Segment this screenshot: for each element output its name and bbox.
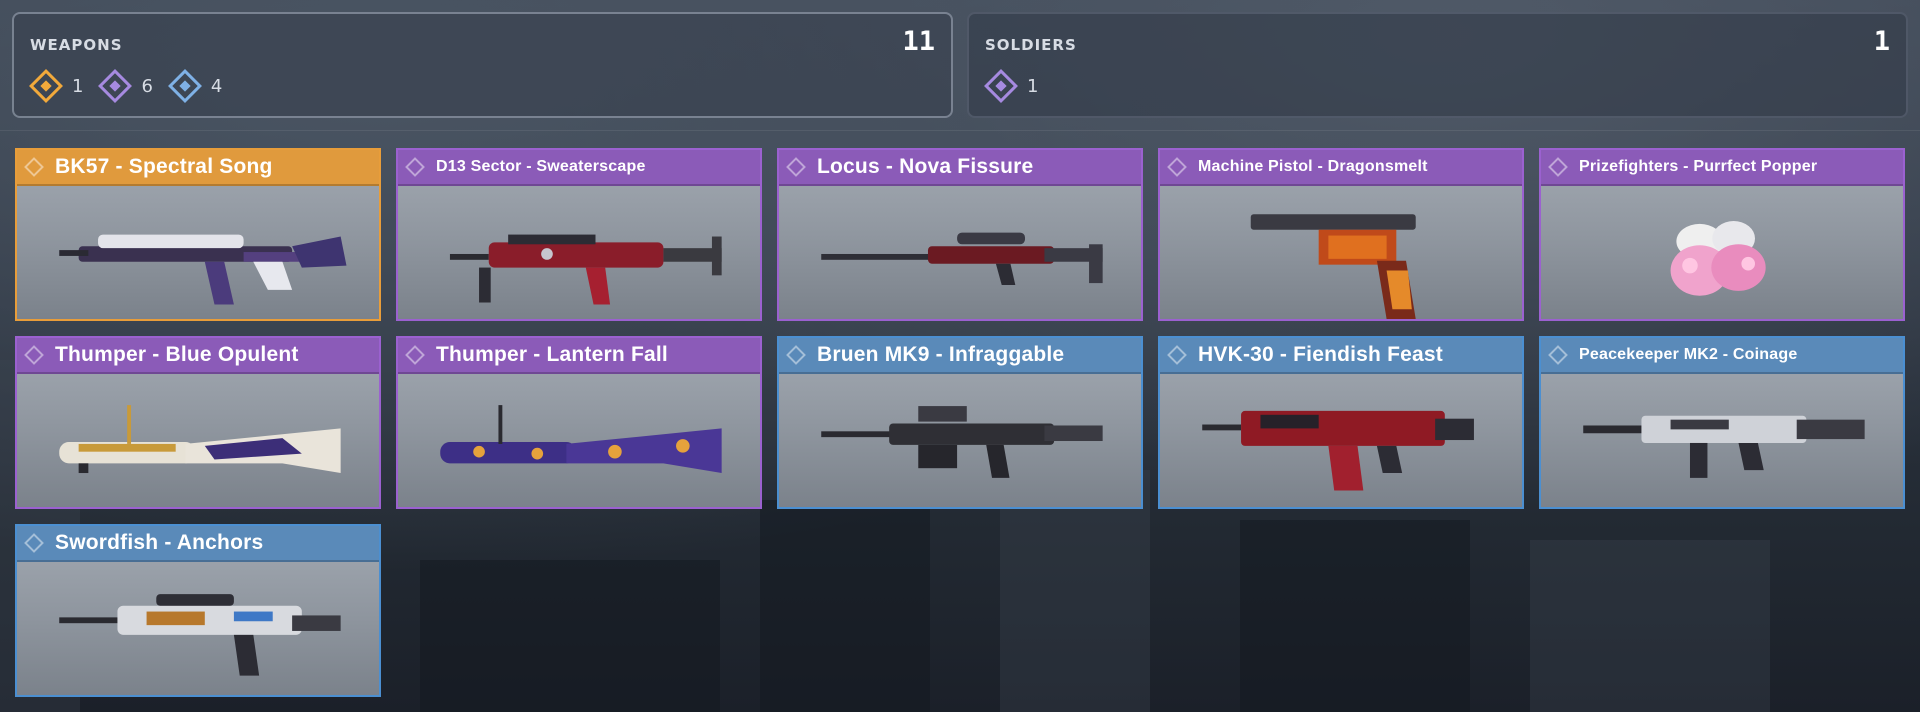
item-name: Bruen MK9 - Infraggable	[817, 343, 1065, 366]
rare-diamond-icon	[167, 69, 202, 103]
weapons-legendary-count: 1	[29, 69, 83, 103]
rarity-diamond-icon	[1167, 345, 1187, 365]
weapons-epic-count: 6	[98, 69, 153, 103]
rarity-diamond-icon	[1548, 345, 1568, 365]
item-card-hvk-30[interactable]: HVK-30 - Fiendish Feast	[1158, 336, 1524, 509]
item-card-bk57[interactable]: BK57 - Spectral Song	[15, 148, 381, 321]
item-card-prizefighters[interactable]: Prizefighters - Purrfect Popper	[1539, 148, 1905, 321]
item-name: BK57 - Spectral Song	[55, 155, 273, 178]
soldiers-total-count: 1	[1873, 26, 1890, 57]
assault-rifle-icon	[17, 188, 379, 319]
soldiers-label: SOLDIERS	[985, 36, 1077, 54]
pistol-icon	[1160, 188, 1522, 319]
weapons-total-count: 11	[902, 26, 935, 57]
item-name: HVK-30 - Fiendish Feast	[1198, 343, 1443, 366]
weapons-rarity-breakdown: 1 6 4	[29, 69, 238, 103]
rarity-diamond-icon	[786, 157, 806, 177]
legendary-diamond-icon	[29, 69, 63, 103]
item-card-bruen-mk9[interactable]: Bruen MK9 - Infraggable	[777, 336, 1143, 509]
weapons-summary-panel: WEAPONS 11 1 6 4	[12, 12, 953, 118]
assault-rifle-icon	[398, 188, 760, 319]
machine-gun-icon	[779, 376, 1141, 507]
epic-diamond-icon	[98, 69, 133, 103]
weapons-label: WEAPONS	[30, 36, 123, 54]
soldiers-summary-panel: SOLDIERS 1 1	[967, 12, 1908, 118]
assault-rifle-icon	[1541, 376, 1903, 507]
rarity-diamond-icon	[786, 345, 806, 365]
boxing-gloves-icon	[1541, 188, 1903, 319]
epic-diamond-icon	[984, 69, 1018, 103]
rarity-diamond-icon	[405, 345, 425, 365]
header-divider	[0, 130, 1920, 131]
rarity-diamond-icon	[1167, 157, 1187, 177]
item-name: Thumper - Lantern Fall	[436, 343, 668, 366]
rarity-diamond-icon	[405, 157, 425, 177]
item-card-thumper-lantern-fall[interactable]: Thumper - Lantern Fall	[396, 336, 762, 509]
soldiers-epic-count: 1	[984, 69, 1038, 103]
assault-rifle-icon	[1160, 376, 1522, 507]
burst-rifle-icon	[17, 564, 379, 695]
item-name: D13 Sector - Sweaterscape	[436, 158, 646, 175]
item-name: Locus - Nova Fissure	[817, 155, 1034, 178]
sniper-rifle-icon	[779, 188, 1141, 319]
item-name: Thumper - Blue Opulent	[55, 343, 299, 366]
item-card-peacekeeper-mk2[interactable]: Peacekeeper MK2 - Coinage	[1539, 336, 1905, 509]
item-card-machine-pistol[interactable]: Machine Pistol - Dragonsmelt	[1158, 148, 1524, 321]
soldiers-rarity-breakdown: 1	[984, 69, 1054, 103]
rarity-diamond-icon	[24, 345, 44, 365]
weapons-rare-count: 4	[167, 69, 222, 103]
item-card-locus[interactable]: Locus - Nova Fissure	[777, 148, 1143, 321]
item-name: Prizefighters - Purrfect Popper	[1579, 158, 1818, 175]
item-name: Swordfish - Anchors	[55, 531, 264, 554]
rarity-diamond-icon	[24, 157, 44, 177]
item-card-thumper-blue-opulent[interactable]: Thumper - Blue Opulent	[15, 336, 381, 509]
rarity-diamond-icon	[24, 533, 44, 553]
rarity-diamond-icon	[1548, 157, 1568, 177]
item-name: Peacekeeper MK2 - Coinage	[1579, 346, 1798, 363]
item-card-swordfish[interactable]: Swordfish - Anchors	[15, 524, 381, 697]
item-name: Machine Pistol - Dragonsmelt	[1198, 158, 1428, 175]
launcher-icon	[398, 376, 760, 507]
launcher-icon	[17, 376, 379, 507]
item-card-d13-sector[interactable]: D13 Sector - Sweaterscape	[396, 148, 762, 321]
